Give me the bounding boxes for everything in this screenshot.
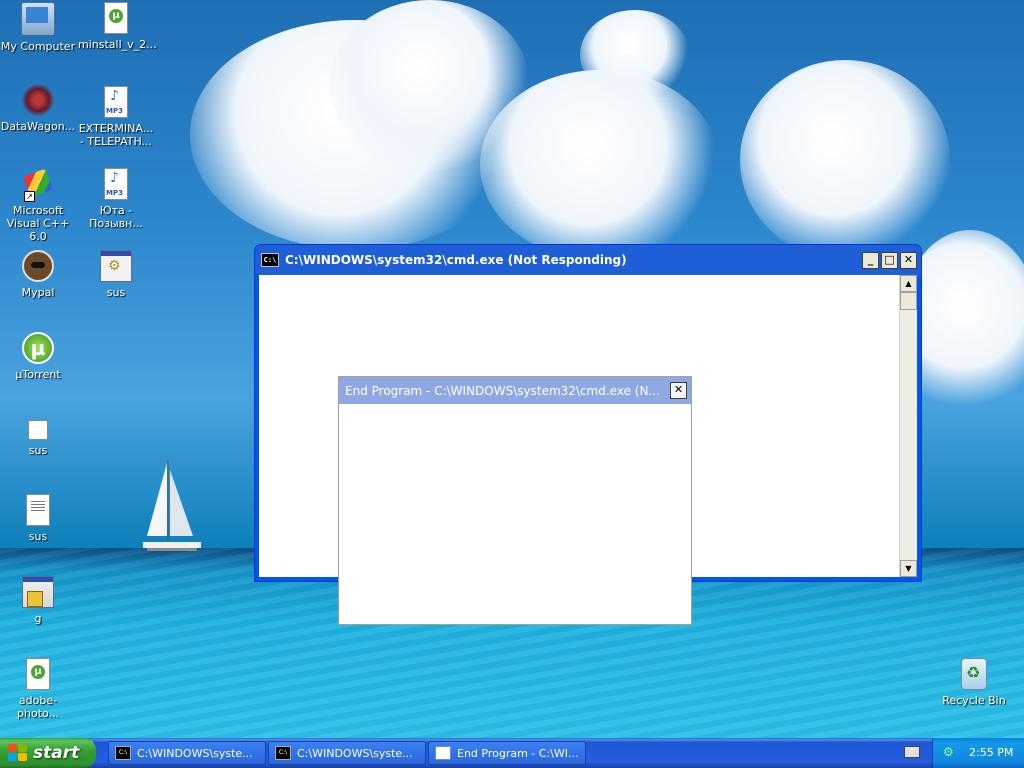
executable-icon	[100, 250, 132, 282]
visual-cpp-glyph: ↗	[22, 168, 54, 202]
desktop-icon-sus-exe[interactable]: sus	[78, 250, 154, 299]
desktop-icon-utorrent[interactable]: µTorrent	[0, 332, 76, 381]
desktop-icon-label: sus	[28, 530, 48, 543]
close-button[interactable]: ✕	[670, 382, 687, 399]
desktop-icon-label: sus	[106, 286, 126, 299]
text-file-icon	[26, 494, 50, 526]
keyboard-language-icon[interactable]	[904, 746, 920, 758]
desktop-icon-label: My Computer	[0, 40, 76, 53]
blank-file-icon	[28, 420, 48, 440]
taskbar-button-label: C:\WINDOWS\syste...	[137, 746, 253, 760]
mp3-file-icon	[104, 86, 128, 118]
end-program-titlebar[interactable]: End Program - C:\WINDOWS\system32\cmd.ex…	[339, 377, 691, 404]
cmd-window-titlebar[interactable]: C:\ C:\WINDOWS\system32\cmd.exe (Not Res…	[255, 245, 921, 275]
desktop-icon-label: Юта - Позывн...	[89, 204, 143, 230]
network-icon[interactable]: ⚙	[943, 745, 957, 759]
cloud	[740, 60, 950, 260]
cmd-window-title: C:\WINDOWS\system32\cmd.exe (Not Respond…	[285, 253, 627, 267]
mp3-file-icon	[104, 168, 128, 200]
vertical-scrollbar[interactable]: ▲ ▼	[899, 275, 917, 577]
desktop-icon-sus-text[interactable]: sus	[0, 494, 76, 543]
start-button[interactable]: start	[0, 738, 96, 768]
cloud	[580, 10, 690, 100]
windows-logo-icon	[8, 744, 28, 762]
desktop-icon-label: µTorrent	[15, 368, 61, 381]
desktop-icon-my-computer[interactable]: My Computer	[0, 2, 76, 53]
desktop-icon-label: Microsoft Visual C++ 6.0	[6, 204, 70, 243]
desktop-icon-adobe-photo[interactable]: adobe-photo...	[0, 658, 76, 720]
taskbar-button-cmd-2[interactable]: C:\ C:\WINDOWS\syste...	[268, 741, 426, 765]
taskbar: start C:\ C:\WINDOWS\syste... C:\ C:\WIN…	[0, 738, 1024, 768]
start-label: start	[33, 743, 80, 763]
utorrent-icon	[22, 332, 54, 364]
system-tray: ⚙ 2:55 PM	[932, 738, 1024, 768]
scroll-up-arrow-icon[interactable]: ▲	[900, 275, 917, 292]
desktop-icon-label: EXTERMINA... - TELEPATH...	[78, 122, 154, 148]
desktop-icon-yuta-mp3[interactable]: Юта - Позывн...	[78, 168, 154, 230]
mypal-browser-icon	[22, 250, 54, 282]
console-icon: C:\	[115, 746, 131, 760]
shortcut-arrow-icon: ↗	[24, 191, 35, 202]
desktop-icon-visual-cpp[interactable]: ↗ Microsoft Visual C++ 6.0	[0, 168, 76, 243]
desktop-icon-datawagon[interactable]: DataWagon...	[0, 84, 76, 133]
desktop-icon-label: g	[34, 612, 42, 625]
cloud	[480, 70, 720, 260]
desktop-icon-mypal[interactable]: Mypal	[0, 250, 76, 299]
desktop-icon-exterminatus-mp3[interactable]: EXTERMINA... - TELEPATH...	[78, 86, 154, 148]
utorrent-document-icon	[104, 2, 128, 34]
taskbar-button-cmd-1[interactable]: C:\ C:\WINDOWS\syste...	[108, 741, 266, 765]
end-program-dialog[interactable]: End Program - C:\WINDOWS\system32\cmd.ex…	[338, 376, 692, 625]
maximize-button[interactable]: □	[881, 251, 898, 269]
my-computer-icon	[21, 2, 55, 36]
desktop-icon-label: minstall_v_2...	[78, 38, 157, 51]
clock[interactable]: 2:55 PM	[969, 746, 1013, 759]
taskbar-button-label: C:\WINDOWS\syste...	[297, 746, 413, 760]
taskbar-button-end-program[interactable]: End Program - C:\WI...	[428, 741, 586, 765]
desktop-icon-label: sus	[28, 444, 48, 457]
taskbar-button-label: End Program - C:\WI...	[457, 746, 579, 760]
window-icon	[435, 746, 451, 760]
close-button[interactable]: ✕	[900, 251, 917, 269]
desktop-icon-recycle-bin[interactable]: Recycle Bin	[936, 658, 1012, 707]
desktop-icon-g[interactable]: g	[0, 576, 76, 625]
desktop-icon-label: Recycle Bin	[942, 694, 1006, 707]
desktop-icon-sus-file[interactable]: sus	[0, 414, 76, 457]
scrollbar-thumb[interactable]	[900, 292, 917, 310]
end-program-title: End Program - C:\WINDOWS\system32\cmd.ex…	[345, 383, 660, 398]
console-icon: C:\	[275, 746, 291, 760]
console-icon: C:\	[261, 253, 279, 267]
minimize-button[interactable]: _	[862, 251, 879, 269]
desktop-icon-label: DataWagon...	[0, 120, 76, 133]
scroll-down-arrow-icon[interactable]: ▼	[900, 560, 917, 577]
desktop-icon-label: Mypal	[21, 286, 55, 299]
recycle-bin-icon	[961, 658, 987, 690]
datawagon-icon	[22, 84, 54, 116]
desktop-icon-minstall[interactable]: minstall_v_2...	[78, 2, 157, 51]
desktop-icon-label: adobe-photo...	[16, 694, 60, 720]
sailboat-icon	[143, 460, 201, 551]
utorrent-document-icon	[26, 658, 50, 690]
setup-program-icon	[22, 576, 54, 608]
